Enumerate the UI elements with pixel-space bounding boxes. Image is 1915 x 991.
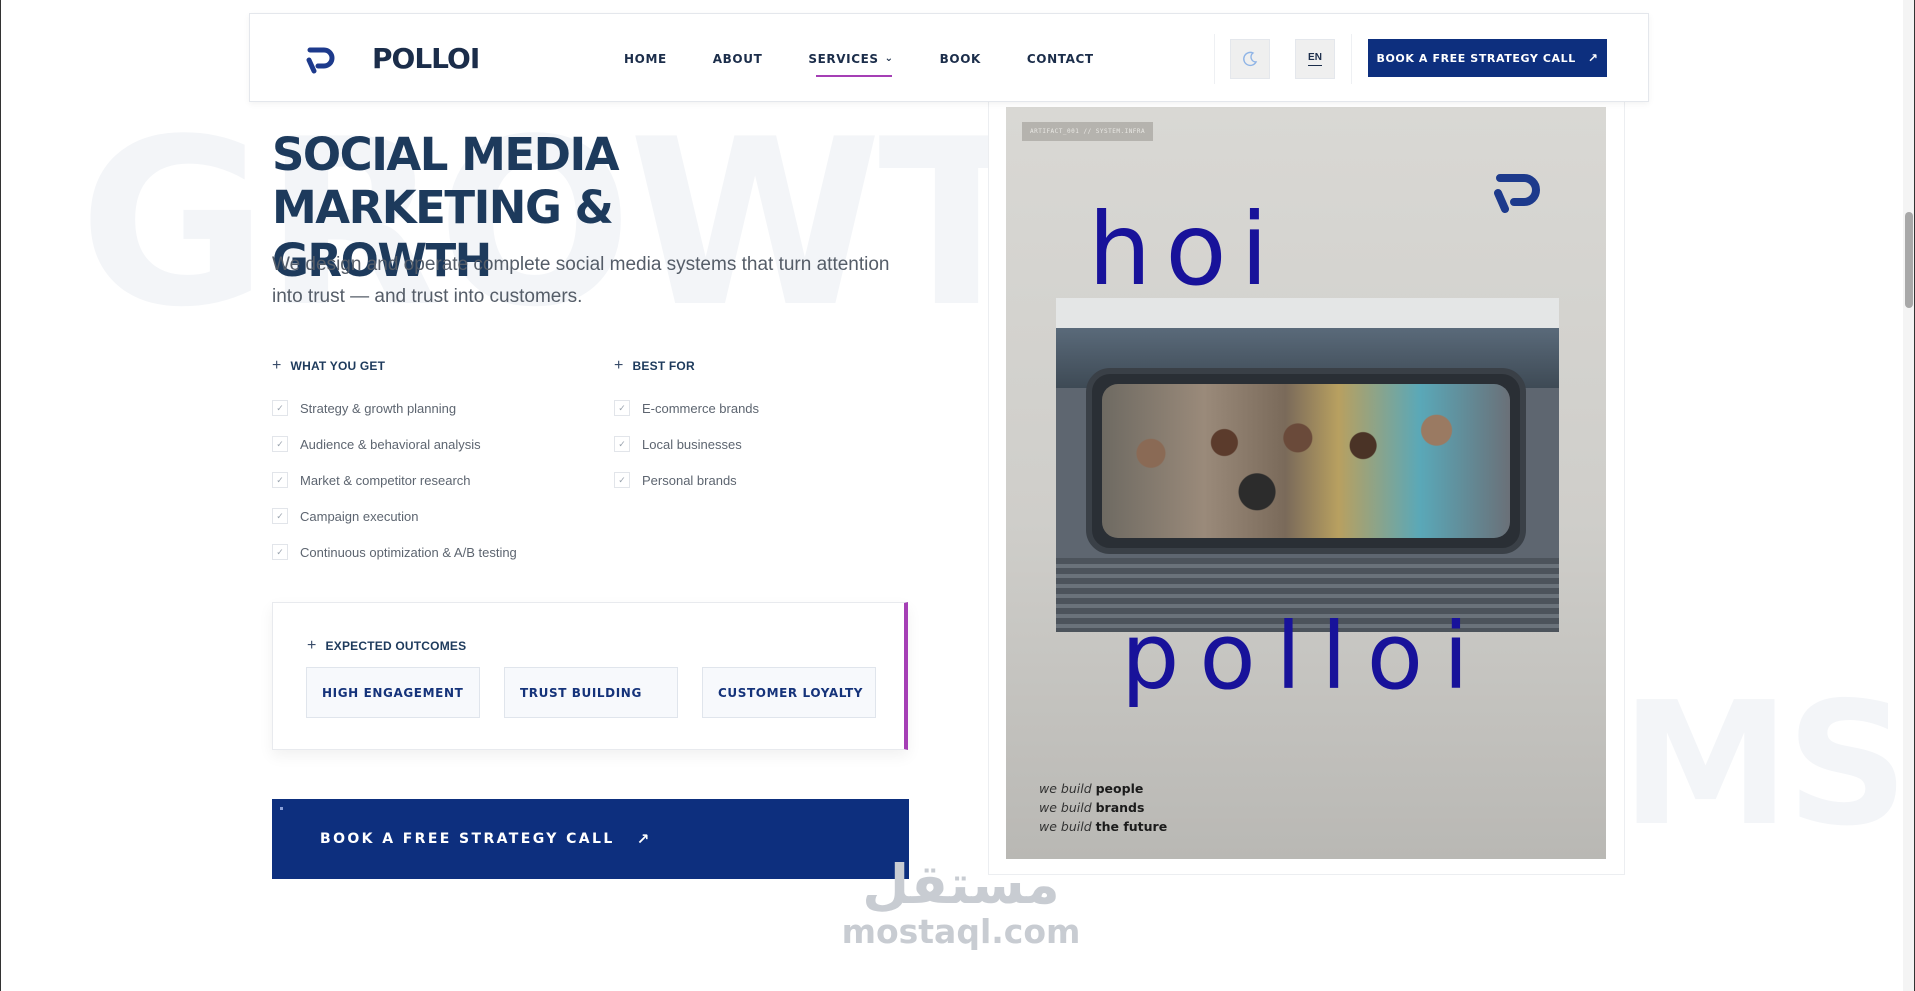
poster-tag: ARTIFACT_001 // SYSTEM.INFRA [1022, 122, 1154, 141]
lead-line-1: We design and operate complete social me… [272, 254, 890, 275]
train-window [1086, 368, 1526, 554]
lead-paragraph: We design and operate complete social me… [272, 249, 912, 313]
list-item-label: Local businesses [642, 436, 742, 452]
poster-word-hoi: hoi [1088, 191, 1283, 308]
nav-home[interactable]: HOME [624, 14, 667, 103]
main-nav: HOME ABOUT SERVICES ⌄ BOOK CONTACT [624, 14, 1140, 103]
plus-icon: + [272, 357, 282, 374]
check-icon: ✓ [272, 472, 288, 488]
page-frame: GROWTH MS POLLOI HOME ABOUT SERVICES ⌄ B… [0, 0, 1915, 991]
watermark-arabic: مستقل [862, 853, 1060, 916]
tagline-word: people [1095, 781, 1144, 796]
nav-book[interactable]: BOOK [940, 14, 981, 103]
tagline-line: we build the future [1039, 817, 1167, 836]
watermark-latin: mostaql.com [841, 912, 1081, 951]
title-line-1: SOCIAL MEDIA MARKETING & [272, 128, 620, 234]
list-item: ✓ Campaign execution [272, 498, 517, 534]
poster-image: ARTIFACT_001 // SYSTEM.INFRA hoi polloi … [1006, 107, 1606, 859]
polloi-logo-icon [1494, 174, 1540, 213]
logo[interactable]: POLLOI [306, 42, 480, 75]
tagline-prefix: we build [1039, 819, 1092, 834]
site-header: POLLOI HOME ABOUT SERVICES ⌄ BOOK CONTAC… [249, 13, 1649, 102]
check-icon: ✓ [614, 400, 630, 416]
best-for-heading: + BEST FOR [614, 357, 759, 375]
poster-frame: ARTIFACT_001 // SYSTEM.INFRA hoi polloi … [988, 96, 1625, 875]
language-label: EN [1308, 52, 1322, 66]
lead-line-2: into trust — and trust into customers. [272, 286, 583, 307]
nav-contact[interactable]: CONTACT [1027, 14, 1094, 103]
nav-about[interactable]: ABOUT [713, 14, 763, 103]
list-item: ✓ Local businesses [614, 426, 759, 462]
corner-dot [280, 807, 283, 810]
book-strategy-call-button[interactable]: BOOK A FREE STRATEGY CALL ↗ [272, 799, 909, 879]
outcome-chip-engagement: HIGH ENGAGEMENT [306, 667, 480, 718]
check-icon: ✓ [272, 400, 288, 416]
poster-tagline: we build people we build brands we build… [1039, 779, 1167, 836]
check-icon: ✓ [272, 544, 288, 560]
background-word-systems: MS [1621, 666, 1909, 864]
list-item: ✓ Market & competitor research [272, 462, 517, 498]
header-divider [1214, 34, 1215, 84]
arrow-up-right-icon: ↗ [1587, 51, 1599, 65]
check-icon: ✓ [614, 436, 630, 452]
check-icon: ✓ [272, 508, 288, 524]
list-item: ✓ Continuous optimization & A/B testing [272, 534, 517, 570]
language-switch-button[interactable]: EN [1295, 39, 1335, 79]
tagline-word: the future [1095, 819, 1168, 834]
outcome-chip-trust: TRUST BUILDING [504, 667, 678, 718]
list-item: ✓ Personal brands [614, 462, 759, 498]
list-item: ✓ Strategy & growth planning [272, 390, 517, 426]
logo-wordmark: POLLOI [372, 42, 480, 75]
tagline-line: we build people [1039, 779, 1167, 798]
tagline-prefix: we build [1039, 800, 1092, 815]
list-item: ✓ Audience & behavioral analysis [272, 426, 517, 462]
header-cta-label: BOOK A FREE STRATEGY CALL [1376, 51, 1576, 65]
mostaql-watermark: مستقل mostaql.com [841, 856, 1081, 950]
arrow-up-right-icon: ↗ [636, 830, 650, 848]
list-item-label: Campaign execution [300, 508, 419, 524]
list-item: ✓ E-commerce brands [614, 390, 759, 426]
polloi-logo-icon [306, 47, 335, 73]
nav-services-label: SERVICES [808, 51, 879, 66]
tagline-prefix: we build [1039, 781, 1092, 796]
list-item-label: E-commerce brands [642, 400, 760, 416]
scrollbar-thumb[interactable] [1905, 212, 1913, 308]
main-cta-label: BOOK A FREE STRATEGY CALL [320, 831, 615, 847]
header-divider [1351, 34, 1352, 84]
chevron-down-icon: ⌄ [884, 53, 894, 64]
best-for-list: + BEST FOR ✓ E-commerce brands ✓ Local bus… [614, 357, 759, 498]
what-you-get-list: + WHAT YOU GET ✓ Strategy & growth planni… [272, 357, 517, 570]
tagline-word: brands [1095, 800, 1145, 815]
list-item-label: Audience & behavioral analysis [300, 436, 481, 452]
crowd-passengers [1102, 384, 1510, 538]
plus-icon: + [307, 637, 317, 654]
page-scrollbar[interactable] [1903, 0, 1914, 991]
list-item-label: Continuous optimization & A/B testing [300, 544, 517, 560]
nav-services[interactable]: SERVICES ⌄ [808, 14, 893, 103]
what-you-get-title: WHAT YOU GET [290, 359, 386, 373]
list-item-label: Personal brands [642, 472, 737, 488]
outcomes-heading: + EXPECTED OUTCOMES [307, 637, 466, 655]
expected-outcomes-card: + EXPECTED OUTCOMES HIGH ENGAGEMENT TRUS… [272, 602, 908, 750]
tagline-line: we build brands [1039, 798, 1167, 817]
theme-toggle-button[interactable] [1230, 39, 1270, 79]
check-icon: ✓ [272, 436, 288, 452]
outcomes-title: EXPECTED OUTCOMES [325, 639, 467, 653]
subway-photo [1056, 298, 1559, 632]
list-item-label: Market & competitor research [300, 472, 471, 488]
poster-word-polloi: polloi [1121, 603, 1489, 710]
list-item-label: Strategy & growth planning [300, 400, 457, 416]
moon-icon [1243, 51, 1258, 67]
header-book-call-button[interactable]: BOOK A FREE STRATEGY CALL ↗ [1368, 39, 1607, 77]
outcome-chip-loyalty: CUSTOMER LOYALTY [702, 667, 876, 718]
best-for-title: BEST FOR [632, 359, 695, 373]
what-you-get-heading: + WHAT YOU GET [272, 357, 517, 375]
plus-icon: + [614, 357, 624, 374]
check-icon: ✓ [614, 472, 630, 488]
